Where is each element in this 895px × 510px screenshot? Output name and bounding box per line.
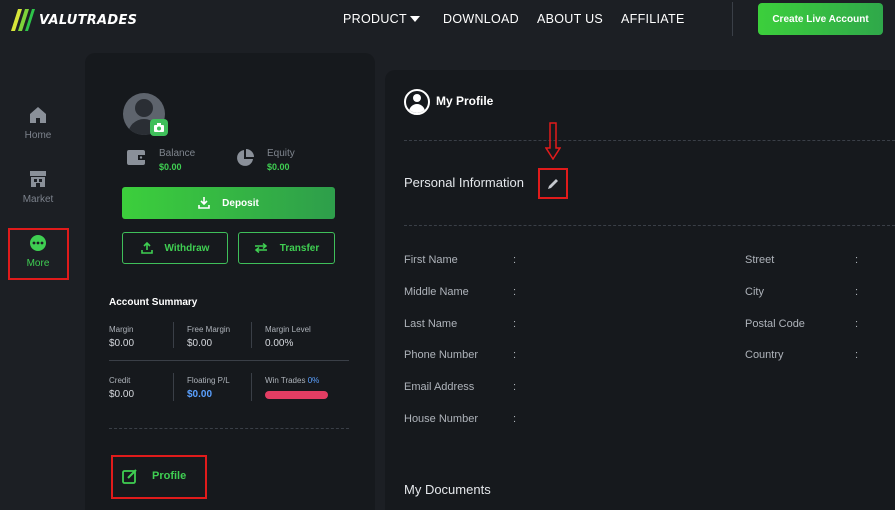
home-icon xyxy=(30,107,46,123)
arrow-down-icon xyxy=(545,122,561,160)
field-colon: : xyxy=(513,381,517,393)
profile-divider xyxy=(404,140,895,141)
margin-level-label: Margin Level xyxy=(265,325,311,334)
field-colon: : xyxy=(513,286,517,298)
nav-divider xyxy=(732,2,733,36)
city-label: City xyxy=(745,286,764,298)
margin-level-value: 0.00% xyxy=(265,338,294,349)
profile-user-body xyxy=(409,104,425,113)
email-address-label: Email Address xyxy=(404,381,475,393)
equity-label: Equity xyxy=(267,148,295,159)
nav-affiliate[interactable]: AFFILIATE xyxy=(621,12,685,26)
my-documents-title: My Documents xyxy=(404,482,491,497)
edit-personal-info-button[interactable] xyxy=(538,168,568,199)
field-colon: : xyxy=(855,318,859,330)
phone-number-label: Phone Number xyxy=(404,349,478,361)
margin-value: $0.00 xyxy=(109,338,135,349)
nav-product[interactable]: PRODUCT xyxy=(343,12,407,26)
nav-about-us[interactable]: ABOUT US xyxy=(537,12,603,26)
wallet-icon xyxy=(127,150,145,165)
summary-divider xyxy=(251,322,252,348)
withdraw-button[interactable]: Withdraw xyxy=(122,232,228,264)
rail-item-market[interactable]: Market xyxy=(8,164,68,216)
camera-glyph-icon xyxy=(154,123,164,132)
credit-value: $0.00 xyxy=(109,389,135,400)
rail-item-home[interactable]: Home xyxy=(8,100,68,152)
margin-label: Margin xyxy=(109,325,134,334)
deposit-button[interactable]: Deposit xyxy=(122,187,335,219)
postal-code-label: Postal Code xyxy=(745,318,805,330)
summary-divider xyxy=(173,373,174,401)
account-summary-title: Account Summary xyxy=(109,297,198,308)
personal-information-title: Personal Information xyxy=(404,175,524,190)
balance-label: Balance xyxy=(159,148,196,159)
highlight-profile-box xyxy=(111,455,207,499)
floating-pl-label: Floating P/L xyxy=(187,376,230,385)
middle-name-label: Middle Name xyxy=(404,286,469,298)
credit-label: Credit xyxy=(109,376,131,385)
equity-value: $0.00 xyxy=(267,162,290,172)
upload-icon xyxy=(140,242,153,254)
rail-label-home: Home xyxy=(24,130,52,141)
nav-download[interactable]: DOWNLOAD xyxy=(443,12,519,26)
deposit-label: Deposit xyxy=(222,197,259,209)
house-number-label: House Number xyxy=(404,413,478,425)
transfer-arrows-icon xyxy=(254,243,267,253)
summary-divider xyxy=(173,322,174,348)
profile-user-icon xyxy=(404,89,430,115)
logo-mark-icon xyxy=(11,9,35,31)
free-margin-label: Free Margin xyxy=(187,325,231,334)
avatar-head xyxy=(135,99,153,117)
first-name-label: First Name xyxy=(404,254,458,266)
camera-icon[interactable] xyxy=(150,119,168,136)
field-colon: : xyxy=(513,349,517,361)
profile-user-head xyxy=(413,94,421,102)
win-trades-bar xyxy=(265,391,328,399)
download-icon xyxy=(198,197,210,209)
withdraw-label: Withdraw xyxy=(164,242,210,254)
top-bar: VALUTRADES PRODUCT DOWNLOAD ABOUT US AFF… xyxy=(0,0,895,40)
store-icon xyxy=(30,171,46,187)
page-title: My Profile xyxy=(436,94,494,108)
field-colon: : xyxy=(513,254,517,266)
profile-divider xyxy=(404,225,895,226)
pencil-icon xyxy=(548,178,558,189)
account-divider xyxy=(109,428,349,429)
win-trades-value: 0% xyxy=(307,376,320,385)
summary-row-divider xyxy=(109,360,349,361)
chevron-down-icon[interactable] xyxy=(410,16,420,22)
floating-pl-value: $0.00 xyxy=(187,389,213,400)
create-live-account-button[interactable]: Create Live Account xyxy=(758,3,883,35)
street-label: Street xyxy=(745,254,775,266)
brand-name: VALUTRADES xyxy=(39,12,138,28)
logo[interactable]: VALUTRADES xyxy=(11,9,137,31)
highlight-more-box xyxy=(8,228,69,280)
field-colon: : xyxy=(855,349,859,361)
pie-chart-icon xyxy=(237,149,254,166)
field-colon: : xyxy=(513,413,517,425)
balance-value: $0.00 xyxy=(159,162,182,172)
free-margin-value: $0.00 xyxy=(187,338,213,349)
field-colon: : xyxy=(855,254,859,266)
country-label: Country xyxy=(745,349,784,361)
transfer-label: Transfer xyxy=(279,242,320,254)
transfer-button[interactable]: Transfer xyxy=(238,232,335,264)
last-name-label: Last Name xyxy=(404,318,458,330)
field-colon: : xyxy=(513,318,517,330)
field-colon: : xyxy=(855,286,859,298)
summary-divider xyxy=(251,373,252,401)
rail-label-market: Market xyxy=(22,194,54,205)
win-trades-label: Win Trades 0% xyxy=(265,376,319,385)
win-trades-label-text: Win Trades xyxy=(265,376,306,385)
